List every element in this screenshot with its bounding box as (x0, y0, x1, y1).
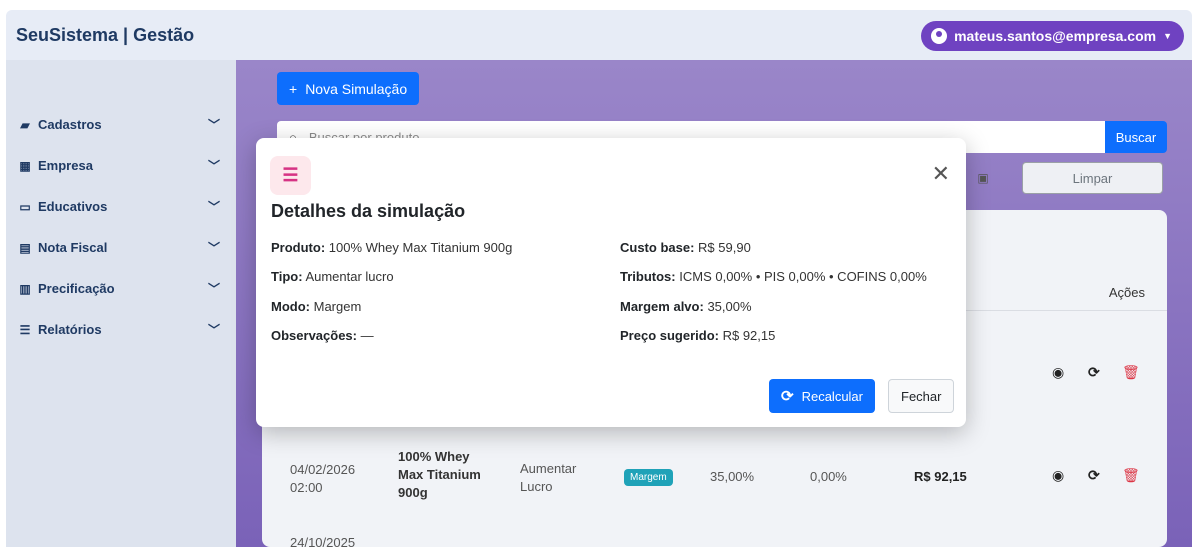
close-button[interactable]: Fechar (888, 379, 955, 413)
detail-label: Produto: (271, 240, 326, 255)
simulation-details-modal: ☰ ✕ Detalhes da simulação Produto: 100% … (256, 138, 966, 427)
detail-label: Margem alvo: (620, 299, 704, 314)
detail-value: ICMS 0,00% • PIS 0,00% • COFINS 0,00% (679, 269, 927, 284)
detail-tipo: Tipo: Aumentar lucro (271, 269, 394, 284)
detail-value: R$ 92,15 (722, 328, 776, 343)
recalculate-button[interactable]: ⟳ Recalcular (769, 379, 875, 413)
recalculate-label: Recalcular (801, 388, 863, 404)
detail-value: Margem (313, 299, 362, 314)
modal-title: Detalhes da simulação (271, 201, 466, 221)
detail-value: — (360, 328, 374, 343)
detail-value: 35,00% (707, 299, 752, 314)
detail-tributos: Tributos: ICMS 0,00% • PIS 0,00% • COFIN… (620, 269, 927, 284)
sync-icon: ⟳ (781, 388, 794, 405)
sliders-icon: ☰ (270, 156, 311, 195)
detail-margem-alvo: Margem alvo: 35,00% (620, 299, 752, 314)
close-icon[interactable]: ✕ (932, 163, 950, 185)
detail-value: R$ 59,90 (698, 240, 751, 255)
detail-label: Modo: (271, 299, 310, 314)
detail-label: Tributos: (620, 269, 676, 284)
detail-preco-sugerido: Preço sugerido: R$ 92,15 (620, 328, 775, 343)
detail-modo: Modo: Margem (271, 299, 361, 314)
detail-observacoes: Observações: — (271, 328, 374, 343)
detail-label: Preço sugerido: (620, 328, 719, 343)
detail-custo-base: Custo base: R$ 59,90 (620, 240, 751, 255)
detail-label: Tipo: (271, 269, 303, 284)
detail-label: Custo base: (620, 240, 695, 255)
detail-value: 100% Whey Max Titanium 900g (328, 240, 513, 255)
detail-value: Aumentar lucro (305, 269, 394, 284)
detail-produto: Produto: 100% Whey Max Titanium 900g (271, 240, 512, 255)
detail-label: Observações: (271, 328, 357, 343)
